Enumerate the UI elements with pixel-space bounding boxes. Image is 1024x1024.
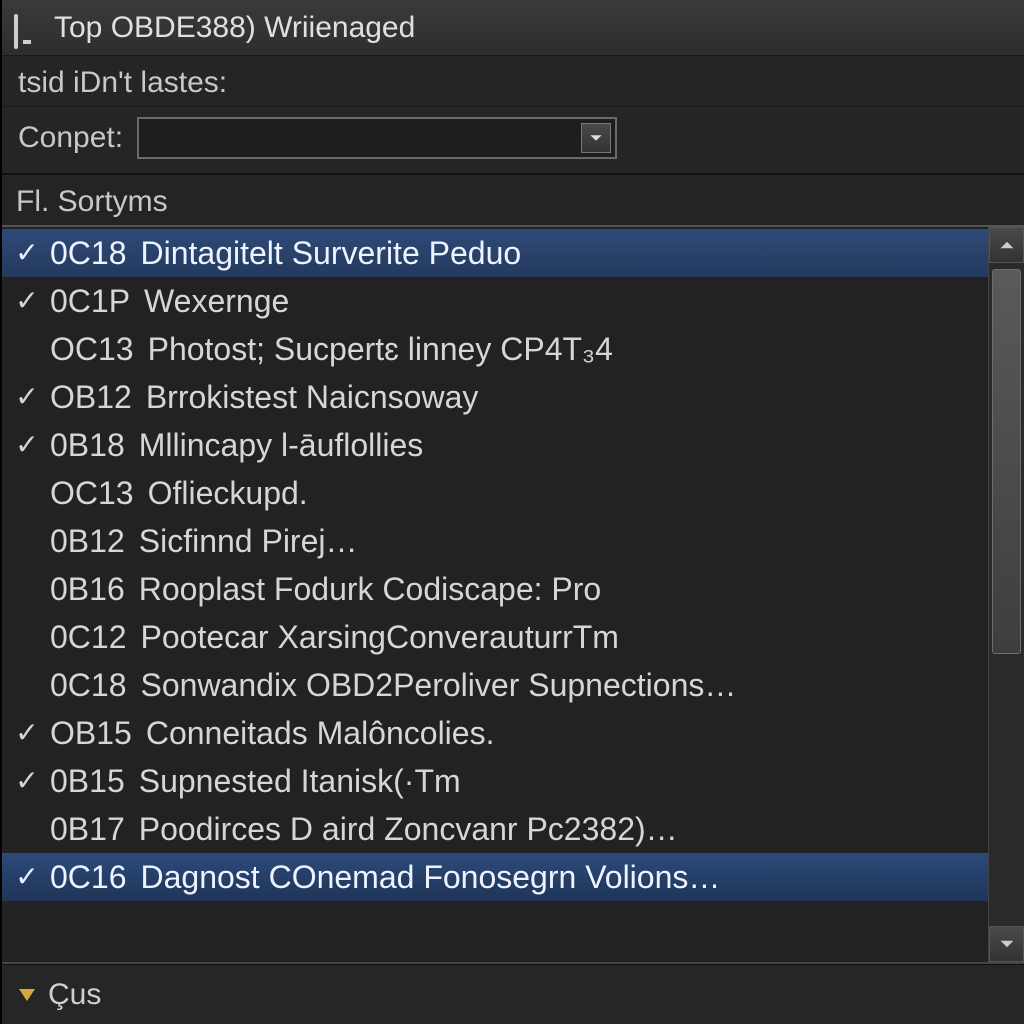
- item-text: Poodirces D aird Zoncvanr Pc2382)…: [139, 811, 678, 848]
- item-code: 0B12: [50, 523, 125, 560]
- item-code: 0C18: [50, 235, 127, 272]
- combobox-dropdown-button[interactable]: [581, 123, 611, 153]
- item-list[interactable]: ✓ 0C18 Dintagitelt Surverite Peduo ✓ 0C1P Wex…: [2, 227, 988, 962]
- item-code: 0B15: [50, 763, 125, 800]
- item-text: Rooplast Fodurk Codiscape: Pro: [139, 571, 601, 608]
- chevron-up-icon: [999, 237, 1015, 253]
- checkmark-icon[interactable]: ✓: [12, 239, 42, 267]
- list-item[interactable]: OC13 Photost; Sucpertɛ linney CP4T₃4: [2, 325, 988, 373]
- window-icon: [14, 16, 42, 40]
- chevron-down-icon: [589, 131, 603, 145]
- subheader-label: tsid iDn't lastes:: [2, 56, 1024, 107]
- item-text: Conneitads Malôncolies.: [146, 715, 495, 752]
- list-item[interactable]: ✓ 0C18 Dintagitelt Surverite Peduo: [2, 229, 988, 277]
- item-text: Sicfinnd Pirej…: [139, 523, 358, 560]
- item-code: 0B18: [50, 427, 125, 464]
- list-item[interactable]: ✓ 0C16 Dagnost COnemad Fonosegrn Volions…: [2, 853, 988, 901]
- list-item[interactable]: OC13 Oflieckupd.: [2, 469, 988, 517]
- list-section-label: Fl. Sortyms: [2, 175, 1024, 225]
- chevron-down-icon: [999, 936, 1015, 952]
- item-code: 0C1P: [50, 283, 130, 320]
- item-text: Sonwandix OBD2Peroliver Supnections…: [141, 667, 737, 704]
- item-code: 0C18: [50, 667, 127, 704]
- checkmark-icon[interactable]: ✓: [12, 767, 42, 795]
- list-item[interactable]: ✓ 0B18 Mllincapy l-āuflollies: [2, 421, 988, 469]
- item-text: Brrokistest Naicnsoway: [146, 379, 479, 416]
- scroll-thumb[interactable]: [992, 269, 1021, 654]
- checkmark-icon[interactable]: ✓: [12, 719, 42, 747]
- list-item[interactable]: 0B12 Sicfinnd Pirej…: [2, 517, 988, 565]
- item-code: 0C12: [50, 619, 127, 656]
- footer-section[interactable]: Çus: [2, 964, 1024, 1024]
- scroll-up-button[interactable]: [989, 227, 1024, 263]
- item-text: Supnested Itanisk(·Tm: [139, 763, 461, 800]
- title-bar: Top OBDE388) Wriienaged: [2, 0, 1024, 56]
- list-item[interactable]: 0B17 Poodirces D aird Zoncvanr Pc2382)…: [2, 805, 988, 853]
- footer-label: Çus: [48, 978, 101, 1012]
- scroll-track[interactable]: [989, 263, 1024, 926]
- item-text: Pootecar XarsingConverauturrTm: [141, 619, 619, 656]
- checkmark-icon[interactable]: ✓: [12, 383, 42, 411]
- list-item[interactable]: ✓ OB15 Conneitads Malôncolies.: [2, 709, 988, 757]
- scroll-down-button[interactable]: [989, 926, 1024, 962]
- list-item[interactable]: ✓ 0B15 Supnested Itanisk(·Tm: [2, 757, 988, 805]
- item-code: OB15: [50, 715, 132, 752]
- vertical-scrollbar[interactable]: [988, 227, 1024, 962]
- filter-label: Conpet:: [18, 121, 123, 155]
- filter-combobox[interactable]: [137, 117, 617, 159]
- item-code: OC13: [50, 475, 134, 512]
- disclosure-triangle-icon[interactable]: [16, 984, 38, 1006]
- item-text: Mllincapy l-āuflollies: [139, 427, 424, 464]
- list-item[interactable]: 0C18 Sonwandix OBD2Peroliver Supnections…: [2, 661, 988, 709]
- filter-row: Conpet:: [2, 107, 1024, 175]
- item-text: Dagnost COnemad Fonosegrn Volions…: [141, 859, 721, 896]
- item-code: OB12: [50, 379, 132, 416]
- checkmark-icon[interactable]: ✓: [12, 431, 42, 459]
- item-code: 0C16: [50, 859, 127, 896]
- item-text: Wexernge: [144, 283, 289, 320]
- checkmark-icon[interactable]: ✓: [12, 863, 42, 891]
- list-item[interactable]: 0C12 Pootecar XarsingConverauturrTm: [2, 613, 988, 661]
- list-container: ✓ 0C18 Dintagitelt Surverite Peduo ✓ 0C1P Wex…: [2, 225, 1024, 964]
- app-window: Top OBDE388) Wriienaged tsid iDn't laste…: [0, 0, 1024, 1024]
- item-code: OC13: [50, 331, 134, 368]
- item-text: Photost; Sucpertɛ linney CP4T₃4: [148, 331, 613, 368]
- item-code: 0B16: [50, 571, 125, 608]
- list-item[interactable]: ✓ 0C1P Wexernge: [2, 277, 988, 325]
- list-item[interactable]: ✓ OB12 Brrokistest Naicnsoway: [2, 373, 988, 421]
- item-code: 0B17: [50, 811, 125, 848]
- item-text: Dintagitelt Surverite Peduo: [141, 235, 522, 272]
- item-text: Oflieckupd.: [148, 475, 308, 512]
- checkmark-icon[interactable]: ✓: [12, 287, 42, 315]
- window-title: Top OBDE388) Wriienaged: [54, 11, 415, 45]
- list-item[interactable]: 0B16 Rooplast Fodurk Codiscape: Pro: [2, 565, 988, 613]
